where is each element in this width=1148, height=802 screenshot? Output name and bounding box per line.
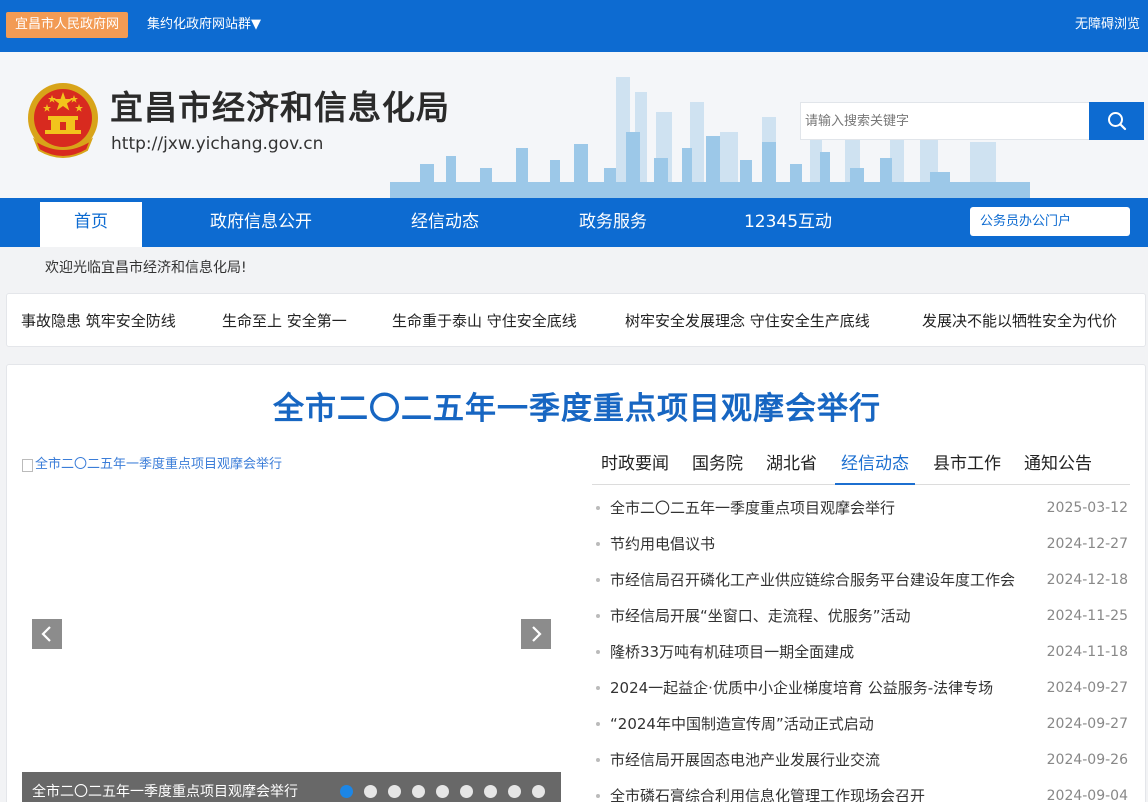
slider-dot[interactable] — [340, 785, 353, 798]
search-box — [800, 102, 1090, 140]
slogan-item: 树牢安全发展理念 守住安全生产底线 — [625, 312, 870, 330]
slider-dot[interactable] — [484, 785, 497, 798]
news-date: 2024-09-26 — [1046, 752, 1128, 768]
slider-dot[interactable] — [388, 785, 401, 798]
bullet-icon — [596, 686, 600, 690]
slider-next-button[interactable] — [521, 619, 551, 649]
site-header: 宜昌市经济和信息化局 http://jxw.yichang.gov.cn — [0, 52, 1148, 198]
bullet-icon — [596, 578, 600, 582]
main-nav: 首页 政府信息公开 经信动态 政务服务 12345互动 公务员办公门户 — [0, 198, 1148, 247]
slogan-strip: 事故隐患 筑牢安全防线 生命至上 安全第一 生命重于泰山 守住安全底线 树牢安全… — [6, 293, 1146, 347]
tab-economic-news[interactable]: 经信动态 — [835, 449, 915, 485]
news-tabs: 时政要闻 国务院 湖北省 经信动态 县市工作 通知公告 — [592, 449, 1130, 485]
news-title[interactable]: 2024一起益企·优质中小企业梯度培育 公益服务-法律专场 — [610, 678, 1020, 698]
search-button[interactable] — [1089, 102, 1144, 140]
search-input[interactable] — [801, 103, 1089, 139]
slider-dot[interactable] — [412, 785, 425, 798]
tab-hubei[interactable]: 湖北省 — [766, 449, 817, 485]
list-item[interactable]: 市经信局开展“坐窗口、走流程、优服务”活动 2024-11-25 — [592, 599, 1132, 635]
org-url: http://jxw.yichang.gov.cn — [111, 134, 324, 154]
civil-servant-portal-button[interactable]: 公务员办公门户 — [970, 207, 1130, 236]
news-list: 全市二〇二五年一季度重点项目观摩会举行 2025-03-12 节约用电倡议书 2… — [592, 491, 1132, 802]
slide-caption-bar: 全市二〇二五年一季度重点项目观摩会举行 — [22, 772, 561, 802]
news-date: 2024-09-27 — [1046, 716, 1128, 732]
tab-county-work[interactable]: 县市工作 — [933, 449, 1001, 485]
news-title[interactable]: 节约用电倡议书 — [610, 534, 1020, 554]
news-date: 2024-12-27 — [1046, 536, 1128, 552]
accessibility-link[interactable]: 无障碍浏览 — [1075, 16, 1140, 34]
headline-link[interactable]: 全市二〇二五年一季度重点项目观摩会举行 — [7, 389, 1147, 429]
top-bar: 宜昌市人民政府网 集约化政府网站群▼ 无障碍浏览 — [0, 0, 1148, 52]
slider-dot[interactable] — [508, 785, 521, 798]
site-group-dropdown[interactable]: 集约化政府网站群▼ — [147, 16, 261, 34]
list-item[interactable]: 市经信局召开磷化工产业供应链综合服务平台建设年度工作会 2024-12-18 — [592, 563, 1132, 599]
list-item[interactable]: “2024年中国制造宣传周”活动正式启动 2024-09-27 — [592, 707, 1132, 743]
news-title[interactable]: “2024年中国制造宣传周”活动正式启动 — [610, 714, 1020, 734]
city-gov-site-link[interactable]: 宜昌市人民政府网 — [6, 12, 129, 38]
news-title[interactable]: 市经信局开展固态电池产业发展行业交流 — [610, 750, 1020, 770]
welcome-text: 欢迎光临宜昌市经济和信息化局! — [45, 260, 247, 276]
news-title[interactable]: 市经信局召开磷化工产业供应链综合服务平台建设年度工作会 — [610, 570, 1020, 590]
news-title[interactable]: 全市磷石膏综合利用信息化管理工作现场会召开 — [610, 786, 1020, 802]
list-item[interactable]: 节约用电倡议书 2024-12-27 — [592, 527, 1132, 563]
news-date: 2025-03-12 — [1046, 500, 1128, 516]
chevron-right-icon — [532, 626, 542, 642]
slide-image-link[interactable]: 全市二〇二五年一季度重点项目观摩会举行 — [22, 457, 282, 473]
news-title[interactable]: 市经信局开展“坐窗口、走流程、优服务”活动 — [610, 606, 1020, 626]
news-date: 2024-09-04 — [1046, 788, 1128, 802]
news-date: 2024-11-25 — [1046, 608, 1128, 624]
slider-dot[interactable] — [532, 785, 545, 798]
tab-notices[interactable]: 通知公告 — [1024, 449, 1092, 485]
bullet-icon — [596, 542, 600, 546]
nav-item-gov-info[interactable]: 政府信息公开 — [190, 198, 332, 247]
search-icon — [1107, 112, 1126, 131]
national-emblem-icon — [28, 83, 98, 158]
slogan-item: 生命至上 安全第一 — [222, 312, 347, 330]
image-slider: 全市二〇二五年一季度重点项目观摩会举行 全市二〇二五年一季度重点项目观摩会举行 — [22, 455, 561, 802]
news-title[interactable]: 全市二〇二五年一季度重点项目观摩会举行 — [610, 498, 1020, 518]
slogan-item: 生命重于泰山 守住安全底线 — [392, 312, 577, 330]
list-item[interactable]: 全市磷石膏综合利用信息化管理工作现场会召开 2024-09-04 — [592, 779, 1132, 802]
broken-image-icon — [22, 458, 33, 472]
main-panel: 全市二〇二五年一季度重点项目观摩会举行 全市二〇二五年一季度重点项目观摩会举行 … — [6, 364, 1146, 802]
nav-item-news[interactable]: 经信动态 — [385, 198, 505, 247]
bullet-icon — [596, 650, 600, 654]
slogan-item: 发展决不能以牺牲安全为代价 — [922, 312, 1118, 330]
news-title[interactable]: 隆桥33万吨有机硅项目一期全面建成 — [610, 642, 1020, 662]
list-item[interactable]: 市经信局开展固态电池产业发展行业交流 2024-09-26 — [592, 743, 1132, 779]
slogan-item: 事故隐患 筑牢安全防线 — [21, 312, 176, 330]
bullet-icon — [596, 614, 600, 618]
bullet-icon — [596, 794, 600, 798]
news-date: 2024-12-18 — [1046, 572, 1128, 588]
slider-prev-button[interactable] — [32, 619, 62, 649]
slider-dot[interactable] — [364, 785, 377, 798]
bullet-icon — [596, 758, 600, 762]
slide-image-alt: 全市二〇二五年一季度重点项目观摩会举行 — [35, 457, 283, 472]
list-item[interactable]: 隆桥33万吨有机硅项目一期全面建成 2024-11-18 — [592, 635, 1132, 671]
news-date: 2024-11-18 — [1046, 644, 1128, 660]
list-item[interactable]: 2024一起益企·优质中小企业梯度培育 公益服务-法律专场 2024-09-27 — [592, 671, 1132, 707]
chevron-left-icon — [41, 626, 51, 642]
list-item[interactable]: 全市二〇二五年一季度重点项目观摩会举行 2025-03-12 — [592, 491, 1132, 527]
nav-item-home[interactable]: 首页 — [40, 202, 142, 247]
tab-state-council[interactable]: 国务院 — [692, 449, 743, 485]
nav-item-12345[interactable]: 12345互动 — [722, 198, 854, 247]
bullet-icon — [596, 506, 600, 510]
tab-politics[interactable]: 时政要闻 — [601, 449, 669, 485]
slider-dot[interactable] — [460, 785, 473, 798]
slide-caption: 全市二〇二五年一季度重点项目观摩会举行 — [32, 784, 298, 800]
news-date: 2024-09-27 — [1046, 680, 1128, 696]
bullet-icon — [596, 722, 600, 726]
nav-item-services[interactable]: 政务服务 — [553, 198, 673, 247]
slider-dot[interactable] — [436, 785, 449, 798]
